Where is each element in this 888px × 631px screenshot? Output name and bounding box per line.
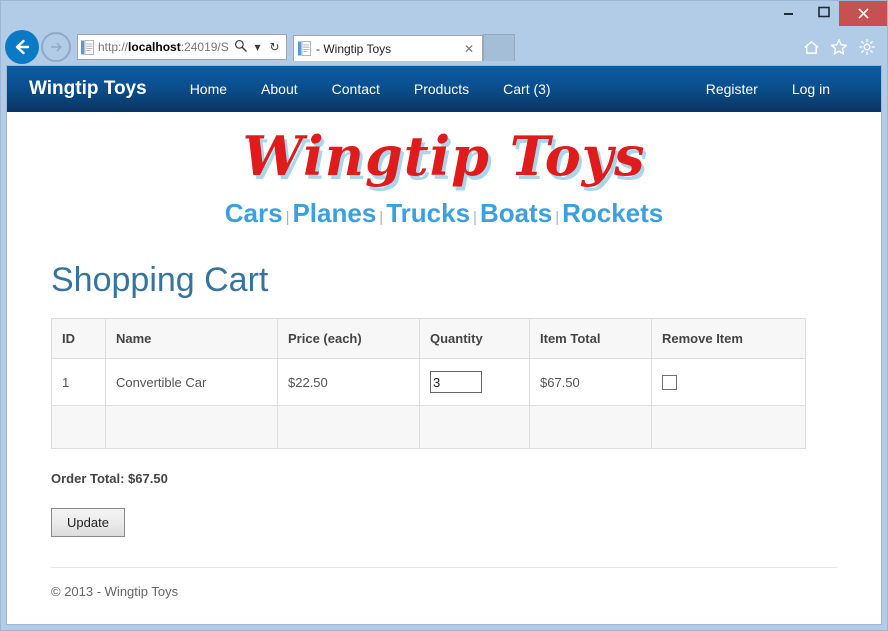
back-arrow-icon (15, 39, 30, 55)
url-path: :24019/S (180, 40, 229, 54)
back-button[interactable] (5, 30, 39, 64)
site-nav-account-links: Register Log in (689, 81, 881, 97)
cell-quantity (419, 358, 530, 406)
minimize-button[interactable] (773, 1, 803, 22)
close-button[interactable] (839, 1, 887, 26)
home-icon[interactable] (801, 37, 821, 57)
shopping-cart-table: ID Name Price (each) Quantity Item Total… (51, 318, 806, 449)
cell-empty-name (105, 405, 278, 449)
quantity-input[interactable] (430, 371, 482, 393)
column-header-id: ID (51, 318, 106, 359)
site-nav-links: Home About Contact Products Cart (3) (173, 81, 568, 97)
logo-container: Wingtip Toys (29, 112, 859, 188)
settings-gear-icon[interactable] (857, 37, 877, 57)
nav-item-contact[interactable]: Contact (315, 81, 397, 97)
update-button[interactable]: Update (51, 508, 125, 537)
cell-empty-quantity (419, 405, 530, 449)
cell-empty-remove (651, 405, 806, 449)
footer-divider (51, 567, 837, 568)
page-viewport: Wingtip Toys Home About Contact Products… (6, 65, 882, 625)
column-header-quantity: Quantity (419, 318, 530, 359)
category-link-boats[interactable]: Boats (480, 198, 552, 228)
title-bar (1, 1, 887, 29)
column-header-name: Name (105, 318, 278, 359)
nav-item-register[interactable]: Register (689, 81, 775, 97)
cell-name: Convertible Car (105, 358, 278, 406)
nav-item-cart[interactable]: Cart (3) (486, 81, 567, 97)
favorites-star-icon[interactable] (829, 37, 849, 57)
page-title: Shopping Cart (51, 261, 269, 299)
category-link-cars[interactable]: Cars (225, 198, 283, 228)
category-separator: | (379, 209, 384, 226)
site-navbar: Wingtip Toys Home About Contact Products… (7, 66, 881, 112)
toolbar-right-icons (801, 37, 881, 57)
category-link-trucks[interactable]: Trucks (386, 198, 470, 228)
site-brand[interactable]: Wingtip Toys (29, 78, 147, 100)
page-document-icon (81, 39, 95, 55)
footer-copyright: © 2013 - Wingtip Toys (51, 584, 179, 599)
tab-favicon-icon (298, 41, 312, 56)
category-separator: | (473, 209, 477, 226)
table-footer-row (51, 405, 806, 449)
cart-table-body: 1 Convertible Car $22.50 $67.50 (51, 358, 806, 449)
search-icon[interactable] (232, 39, 249, 55)
tab-title: - Wingtip Toys (316, 41, 392, 56)
column-header-price: Price (each) (277, 318, 420, 359)
maximize-icon (818, 6, 830, 17)
new-tab-button[interactable] (483, 34, 515, 61)
tab-strip: - Wingtip Toys ✕ (293, 33, 515, 61)
tab-close-icon[interactable]: ✕ (460, 42, 478, 56)
cart-table-head: ID Name Price (each) Quantity Item Total… (51, 318, 806, 359)
chevron-down-icon[interactable]: ▾ (249, 40, 266, 54)
order-total-label: Order Total: $67.50 (51, 471, 168, 486)
wingtip-toys-logo: Wingtip Toys (242, 124, 646, 188)
url-scheme: http:// (98, 40, 129, 54)
nav-item-home[interactable]: Home (173, 81, 244, 97)
category-link-rockets[interactable]: Rockets (562, 198, 663, 228)
maximize-button[interactable] (809, 1, 839, 22)
cell-empty-price (277, 405, 420, 449)
cart-header-row: ID Name Price (each) Quantity Item Total… (51, 318, 806, 359)
forward-arrow-icon (51, 42, 62, 52)
cell-empty-item-total (529, 405, 652, 449)
table-row: 1 Convertible Car $22.50 $67.50 (51, 358, 806, 406)
category-link-planes[interactable]: Planes (292, 198, 376, 228)
nav-item-products[interactable]: Products (397, 81, 486, 97)
page-content: Wingtip Toys Cars | Planes | Trucks | Boats | Ro… (7, 112, 881, 599)
refresh-icon[interactable]: ↻ (266, 40, 283, 54)
category-links: Cars | Planes | Trucks | Boats | Rockets (29, 184, 859, 235)
cell-id: 1 (51, 358, 106, 406)
url-host: localhost (128, 40, 181, 54)
cell-remove (651, 358, 806, 406)
column-header-item-total: Item Total (529, 318, 652, 359)
minimize-icon (783, 13, 793, 15)
forward-button[interactable] (41, 32, 71, 62)
nav-item-about[interactable]: About (244, 81, 315, 97)
column-header-remove-item: Remove Item (651, 318, 806, 359)
cell-empty-id (51, 405, 106, 449)
remove-item-checkbox[interactable] (662, 375, 677, 391)
cell-item-total: $67.50 (529, 358, 652, 406)
category-separator: | (555, 209, 560, 226)
browser-window: http://localhost:24019/S ▾ ↻ - Wingtip T… (0, 0, 888, 631)
cell-price: $22.50 (277, 358, 420, 406)
browser-toolbar: http://localhost:24019/S ▾ ↻ - Wingtip T… (1, 29, 887, 65)
tab-wingtip-toys[interactable]: - Wingtip Toys ✕ (293, 35, 483, 61)
address-url: http://localhost:24019/S (98, 40, 232, 54)
category-separator: | (285, 209, 290, 226)
nav-item-login[interactable]: Log in (775, 81, 847, 97)
close-icon (857, 8, 869, 19)
address-bar[interactable]: http://localhost:24019/S ▾ ↻ (77, 34, 287, 60)
